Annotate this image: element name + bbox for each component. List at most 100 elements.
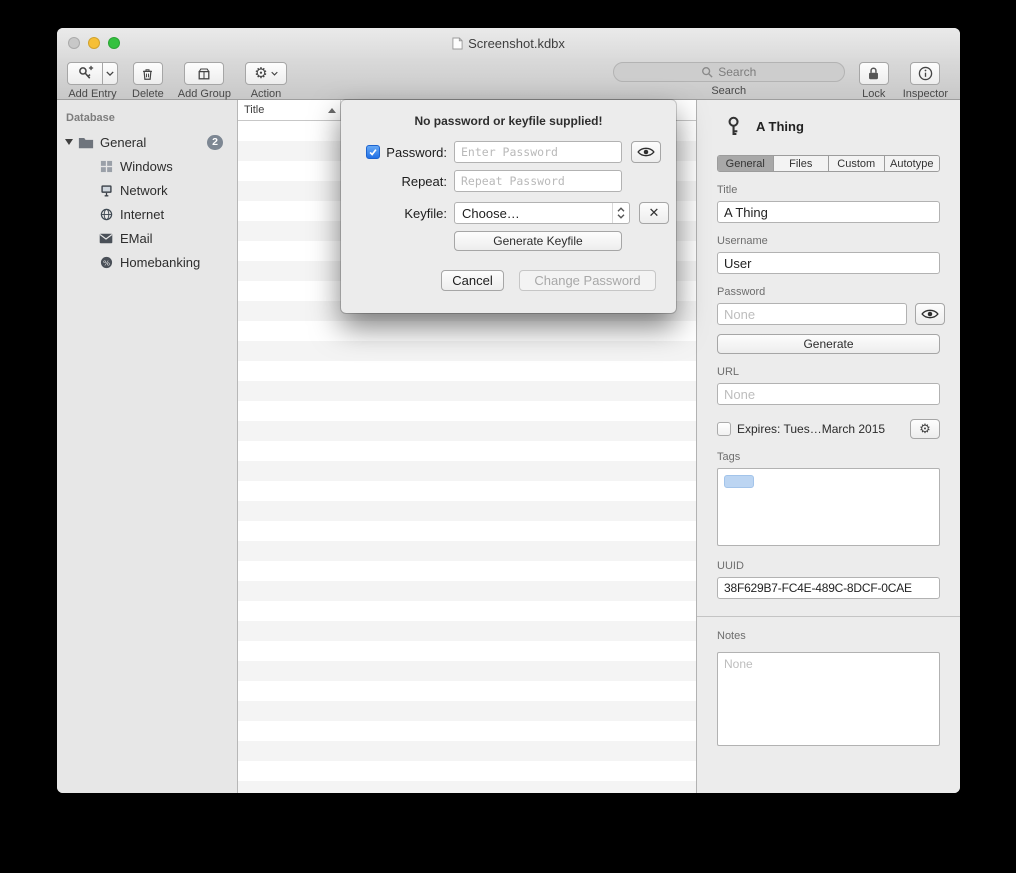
search-label: Search xyxy=(711,85,746,97)
dialog-buttons: Cancel Change Password xyxy=(441,270,676,291)
window-title: Screenshot.kdbx xyxy=(452,36,565,51)
app-window: Screenshot.kdbx Add Entry xyxy=(57,28,960,793)
sidebar: Database General 2 Windows Network xyxy=(57,100,238,793)
tag-token[interactable] xyxy=(724,475,754,488)
tags-label: Tags xyxy=(717,451,940,463)
tool-action: ⚙ Action xyxy=(245,62,287,100)
chevron-down-icon xyxy=(271,71,278,76)
entry-count-badge: 2 xyxy=(207,135,223,150)
title-bar[interactable]: Screenshot.kdbx xyxy=(57,28,960,58)
tool-search: Search Search xyxy=(613,62,845,97)
password-field-label: Password xyxy=(717,286,940,298)
add-group-button[interactable] xyxy=(184,62,224,85)
keyfile-popup-value: Choose… xyxy=(462,206,520,221)
dialog-repeat-row: Repeat: xyxy=(359,170,676,192)
sidebar-item-label: EMail xyxy=(120,231,153,246)
lock-label: Lock xyxy=(862,88,885,100)
sidebar-item-email[interactable]: EMail xyxy=(57,226,237,250)
password-checkbox[interactable] xyxy=(366,145,380,159)
document-icon xyxy=(452,37,463,50)
clear-keyfile-button[interactable]: ✕ xyxy=(639,202,669,224)
username-field[interactable] xyxy=(717,252,940,274)
dialog-reveal-password-button[interactable] xyxy=(631,141,661,163)
window-title-text: Screenshot.kdbx xyxy=(468,36,565,51)
key-icon xyxy=(725,116,744,137)
inspector-panel: A Thing General Files Custom Autotype Ti… xyxy=(696,100,960,793)
dialog-password-row: Password: xyxy=(359,141,676,163)
change-password-button[interactable]: Change Password xyxy=(519,270,656,291)
globe-icon xyxy=(98,206,114,222)
expires-settings-button[interactable]: ⚙ xyxy=(910,419,940,439)
url-field[interactable] xyxy=(717,383,940,405)
generate-password-button[interactable]: Generate xyxy=(717,334,940,354)
sidebar-item-label: General xyxy=(100,135,146,150)
eye-icon xyxy=(921,308,939,320)
chevron-down-icon xyxy=(106,71,114,76)
popup-chevrons-icon xyxy=(612,203,629,223)
lock-icon xyxy=(867,66,880,81)
add-entry-label: Add Entry xyxy=(68,88,116,100)
minimize-button[interactable] xyxy=(88,37,100,49)
expires-label: Expires: Tues…March 2015 xyxy=(737,422,885,436)
dialog-password-field[interactable] xyxy=(454,141,622,163)
sidebar-item-general[interactable]: General 2 xyxy=(57,130,237,154)
inspector-label: Inspector xyxy=(903,88,948,100)
tool-add-entry: Add Entry xyxy=(67,62,118,100)
dialog-keyfile-row: Keyfile: Choose… ✕ xyxy=(359,202,676,224)
tab-general[interactable]: General xyxy=(718,156,774,171)
notes-field[interactable] xyxy=(717,652,940,746)
lock-button[interactable] xyxy=(859,62,889,85)
tab-custom[interactable]: Custom xyxy=(829,156,885,171)
close-button[interactable] xyxy=(68,37,80,49)
inspector-divider xyxy=(697,616,960,617)
expires-row: Expires: Tues…March 2015 ⚙ xyxy=(717,419,940,439)
sidebar-item-network[interactable]: Network xyxy=(57,178,237,202)
monitor-icon xyxy=(98,182,114,198)
zoom-button[interactable] xyxy=(108,37,120,49)
cancel-button[interactable]: Cancel xyxy=(441,270,504,291)
svg-text:%: % xyxy=(102,258,109,267)
add-entry-button[interactable] xyxy=(67,62,103,85)
title-field[interactable] xyxy=(717,201,940,223)
tags-box[interactable] xyxy=(717,468,940,546)
sidebar-item-label: Homebanking xyxy=(120,255,200,270)
action-button[interactable]: ⚙ xyxy=(245,62,287,85)
inspector-tabs: General Files Custom Autotype xyxy=(717,155,940,172)
uuid-label: UUID xyxy=(717,560,940,572)
keyfile-popup-button[interactable]: Choose… xyxy=(454,202,630,224)
sidebar-item-label: Network xyxy=(120,183,168,198)
toolbar: Add Entry Delete Add Group ⚙ xyxy=(57,58,960,100)
tab-autotype[interactable]: Autotype xyxy=(885,156,940,171)
disclosure-triangle-icon[interactable] xyxy=(65,139,73,145)
search-input[interactable]: Search xyxy=(613,62,845,82)
tool-delete: Delete xyxy=(132,62,164,100)
uuid-field[interactable] xyxy=(717,577,940,599)
dialog-keyfile-label: Keyfile: xyxy=(404,206,447,221)
expires-checkbox[interactable] xyxy=(717,422,731,436)
inspector-header: A Thing xyxy=(717,116,940,137)
column-header-title[interactable]: Title xyxy=(238,100,341,120)
generate-keyfile-button[interactable]: Generate Keyfile xyxy=(454,231,622,251)
sidebar-item-homebanking[interactable]: % Homebanking xyxy=(57,250,237,274)
change-password-dialog: No password or keyfile supplied! Passwor… xyxy=(341,100,676,313)
password-field[interactable] xyxy=(717,303,907,325)
username-field-label: Username xyxy=(717,235,940,247)
traffic-lights xyxy=(68,37,120,49)
delete-button[interactable] xyxy=(133,62,163,85)
reveal-password-button[interactable] xyxy=(915,303,945,325)
sidebar-item-windows[interactable]: Windows xyxy=(57,154,237,178)
envelope-icon xyxy=(98,230,114,246)
notes-label: Notes xyxy=(717,630,940,642)
tool-inspector: Inspector xyxy=(903,62,948,100)
sidebar-item-internet[interactable]: Internet xyxy=(57,202,237,226)
dialog-repeat-field[interactable] xyxy=(454,170,622,192)
add-group-label: Add Group xyxy=(178,88,231,100)
delete-label: Delete xyxy=(132,88,164,100)
add-entry-dropdown-button[interactable] xyxy=(103,62,118,85)
sidebar-header: Database xyxy=(57,108,237,130)
password-row xyxy=(717,303,940,325)
tab-files[interactable]: Files xyxy=(774,156,830,171)
url-field-label: URL xyxy=(717,366,940,378)
key-plus-icon xyxy=(77,65,94,82)
inspector-button[interactable] xyxy=(910,62,940,85)
